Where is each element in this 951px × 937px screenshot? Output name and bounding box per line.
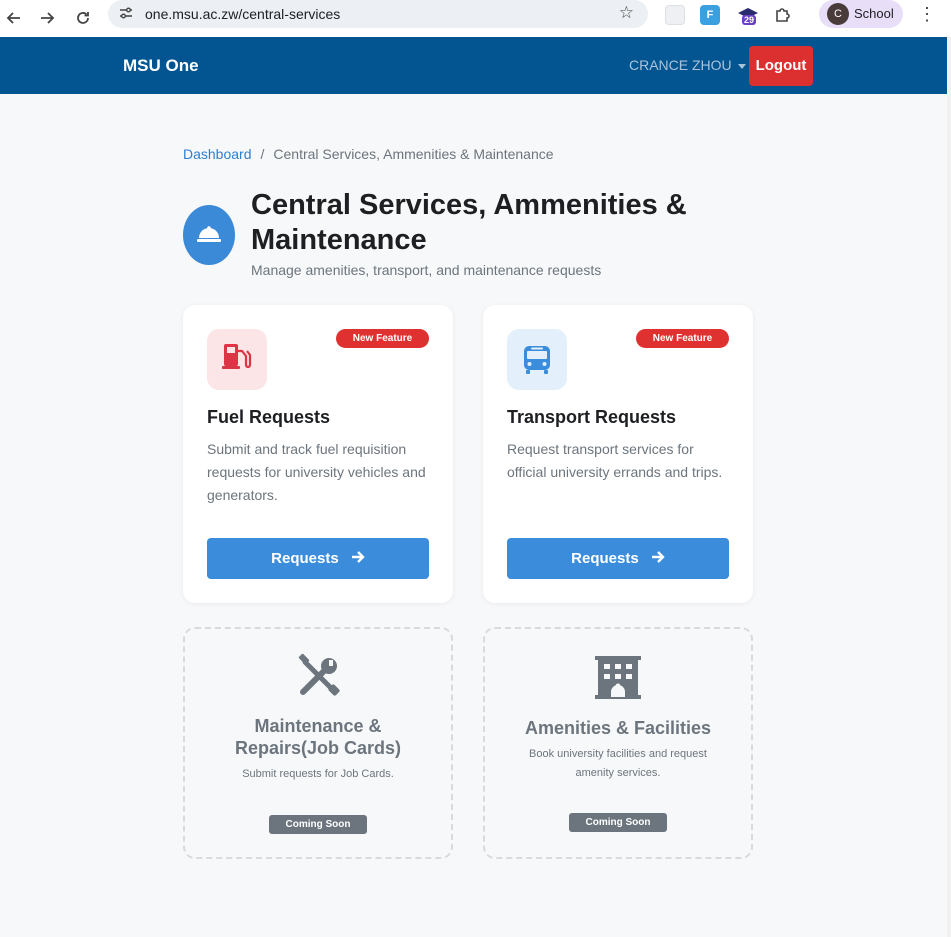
- transport-requests-button[interactable]: Requests: [507, 538, 729, 579]
- arrow-right-icon: [651, 550, 665, 567]
- graduation-extension-icon[interactable]: 29: [737, 5, 758, 25]
- page-subtitle: Manage amenities, transport, and mainten…: [251, 262, 602, 278]
- building-icon: [593, 654, 643, 704]
- address-bar[interactable]: one.msu.ac.zw/central-services ☆: [108, 0, 648, 28]
- new-feature-badge: New Feature: [636, 329, 729, 348]
- maintenance-card: Maintenance & Repairs(Job Cards) Submit …: [183, 627, 453, 859]
- card-title: Fuel Requests: [207, 407, 331, 427]
- page-title: Central Services, Ammenities & Maintenan…: [251, 189, 687, 256]
- coming-soon-badge: Coming Soon: [269, 815, 367, 834]
- card-description: Book university facilities and request a…: [529, 748, 707, 779]
- bus-icon: [507, 329, 567, 390]
- fuel-requests-card: New Feature Fuel Requests Submit and tra…: [183, 305, 453, 603]
- amenities-card: Amenities & Facilities Book university f…: [483, 627, 753, 859]
- extensions-puzzle-icon[interactable]: [773, 5, 793, 25]
- card-title: Transport Requests: [507, 407, 677, 427]
- breadcrumb: Dashboard / Central Services, Ammenities &…: [183, 146, 554, 162]
- page-scrollbar[interactable]: [947, 37, 951, 937]
- card-description: Request transport services for official …: [507, 441, 723, 480]
- caret-down-icon: [737, 63, 746, 69]
- browser-menu-icon[interactable]: ⋮: [918, 4, 936, 25]
- reload-icon[interactable]: [69, 4, 97, 32]
- browser-toolbar: one.msu.ac.zw/central-services ☆ F 29 C …: [0, 0, 951, 37]
- avatar: C: [827, 3, 849, 25]
- breadcrumb-dashboard-link[interactable]: Dashboard: [183, 146, 252, 162]
- fuel-requests-button[interactable]: Requests: [207, 538, 429, 579]
- profile-chip[interactable]: C School: [819, 0, 903, 28]
- logout-button[interactable]: Logout: [749, 46, 813, 86]
- transport-requests-card: New Feature Transport Requests Request t…: [483, 305, 753, 603]
- brand-logo[interactable]: MSU One: [123, 56, 199, 76]
- user-dropdown[interactable]: CRANCE ZHOU: [629, 57, 746, 73]
- card-description: Submit requests for Job Cards.: [242, 768, 394, 780]
- app-navbar: MSU One CRANCE ZHOU Logout: [0, 37, 947, 94]
- button-label: Requests: [571, 550, 639, 567]
- site-settings-icon[interactable]: [118, 5, 136, 23]
- bookmark-star-icon[interactable]: ☆: [619, 3, 634, 23]
- new-feature-badge: New Feature: [336, 329, 429, 348]
- profile-name: School: [854, 6, 894, 21]
- forward-icon[interactable]: [33, 4, 61, 32]
- concierge-bell-icon: [183, 205, 235, 265]
- back-icon[interactable]: [0, 4, 28, 32]
- button-label: Requests: [271, 550, 339, 567]
- card-title-line1: Maintenance &: [254, 716, 382, 736]
- user-name: CRANCE ZHOU: [629, 57, 732, 73]
- arrow-right-icon: [351, 550, 365, 567]
- extension-badge: 29: [742, 15, 757, 25]
- breadcrumb-current: Central Services, Ammenities & Maintenan…: [273, 146, 554, 162]
- formfiller-extension-icon[interactable]: F: [700, 5, 720, 25]
- tools-icon: [295, 652, 345, 702]
- card-title-line2: Repairs(Job Cards): [234, 738, 402, 758]
- coming-soon-badge: Coming Soon: [569, 813, 667, 832]
- card-description: Submit and track fuel requisition reques…: [207, 441, 426, 503]
- breadcrumb-separator: /: [260, 146, 265, 162]
- url-text[interactable]: one.msu.ac.zw/central-services: [145, 6, 340, 22]
- gas-pump-icon: [207, 329, 267, 390]
- card-title: Amenities & Facilities: [524, 718, 712, 738]
- extension-icon[interactable]: [665, 5, 685, 25]
